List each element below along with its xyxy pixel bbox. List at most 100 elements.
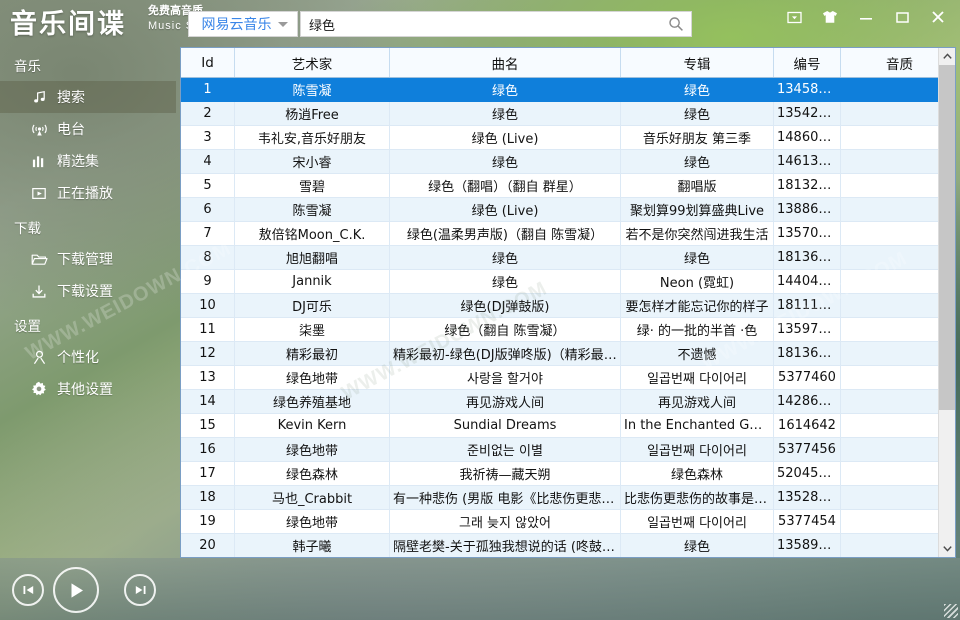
cell-artist: 敖倍铭Moon_C.K. (234, 221, 390, 246)
resize-grip[interactable] (944, 604, 958, 618)
close-icon (932, 11, 944, 23)
table-row[interactable]: 10 DJ可乐 绿色(DJ弹鼓版) 要怎样才能忘记你的样子 181111... (181, 293, 955, 318)
vertical-scrollbar[interactable] (938, 48, 955, 557)
play-button[interactable] (53, 567, 99, 613)
table-row[interactable]: 15 Kevin Kern Sundial Dreams In the Enchant… (181, 413, 955, 438)
sidebar-item-personalize[interactable]: 个性化 (0, 341, 176, 373)
cell-artist: 韦礼安,音乐好朋友 (234, 125, 390, 150)
skin-icon (823, 11, 837, 23)
cell-number: 1614642 (773, 413, 841, 438)
cell-id: 19 (181, 509, 235, 534)
cell-artist: 马也_Crabbit (234, 485, 390, 510)
column-header-id[interactable]: Id (181, 48, 235, 78)
cell-song: 有一种悲伤 (男版 电影《比悲伤更悲伤... (389, 485, 621, 510)
table-row[interactable]: 19 绿色地带 그래 늦지 않았어 일곱번째 다이어리 5377454 (181, 509, 955, 534)
cell-number: 144042... (773, 269, 841, 294)
table-row[interactable]: 17 绿色森林 我祈祷—藏天朔 绿色森林 520459... (181, 461, 955, 486)
scroll-up-button[interactable] (939, 48, 955, 65)
sidebar-item-now-playing[interactable]: 正在播放 (0, 177, 176, 209)
skin-button[interactable] (812, 2, 848, 32)
table-row[interactable]: 12 精彩最初 精彩最初-绿色(DJ版弹咚版)（精彩最初... 不遗憾 181368..… (181, 341, 955, 366)
bars-icon (28, 152, 50, 170)
maximize-button[interactable] (884, 2, 920, 32)
cell-artist: 雪碧 (234, 173, 390, 198)
previous-button[interactable] (12, 574, 44, 606)
cell-number: 142869... (773, 389, 841, 414)
column-header-artist[interactable]: 艺术家 (234, 48, 390, 78)
title-bar: 音乐间谍 免费高音质 Music Spy 网易云音乐 (0, 0, 960, 47)
cell-artist: 陈雪凝 (234, 197, 390, 222)
table-row[interactable]: 16 绿色地带 준비없는 이별 일곱번째 다이어리 5377456 (181, 437, 955, 462)
cell-song: 绿色 (Live) (389, 197, 621, 222)
cell-album: 音乐好朋友 第三季 (620, 125, 774, 150)
sidebar-item-download-settings[interactable]: 下载设置 (0, 275, 176, 307)
table-row[interactable]: 9 Jannik 绿色 Neon (霓虹) 144042... (181, 269, 955, 294)
cell-album: 要怎样才能忘记你的样子 (620, 293, 774, 318)
cell-id: 9 (181, 269, 235, 294)
cell-artist: 韩子曦 (234, 533, 390, 557)
sidebar-item-radio[interactable]: 电台 (0, 113, 176, 145)
table-row[interactable]: 8 旭旭翻唱 绿色 绿色 181361... (181, 245, 955, 270)
sidebar-item-collection[interactable]: 精选集 (0, 145, 176, 177)
scrollbar-thumb[interactable] (939, 65, 955, 410)
table-row[interactable]: 20 韩子曦 隔壁老樊-关于孤独我想说的话 (咚鼓版... 绿色 135894... (181, 533, 955, 557)
minimize-to-tray-button[interactable] (776, 2, 812, 32)
column-header-song[interactable]: 曲名 (389, 48, 621, 78)
table-row[interactable]: 11 柒墨 绿色（翻自 陈雪凝） 绿· 的一批的半首 ·色 135976... (181, 317, 955, 342)
table-row[interactable]: 13 绿色地带 사랑을 할거야 일곱번째 다이어리 5377460 (181, 365, 955, 390)
cell-song: 그래 늦지 않았어 (389, 509, 621, 534)
minimize-to-tray-icon (786, 11, 802, 23)
music-source-label: 网易云音乐 (201, 17, 272, 33)
search-input[interactable] (301, 13, 661, 35)
table-row[interactable]: 4 宋小睿 绿色 绿色 146138... (181, 149, 955, 174)
scrollbar-track[interactable] (939, 65, 955, 540)
minimize-icon (860, 18, 872, 20)
column-header-number[interactable]: 编号 (773, 48, 841, 78)
sidebar-item-download-manager[interactable]: 下载管理 (0, 243, 176, 275)
cell-id: 13 (181, 365, 235, 390)
cell-album: 比悲伤更悲伤的故事是绿... (620, 485, 774, 510)
table-row[interactable]: 1 陈雪凝 绿色 绿色 134584... (181, 77, 955, 102)
cell-id: 3 (181, 125, 235, 150)
cell-number: 520459... (773, 461, 841, 486)
cell-album: 聚划算99划算盛典Live (620, 197, 774, 222)
cell-song: 绿色 (389, 149, 621, 174)
sidebar-group-title-settings: 设置 (14, 319, 41, 335)
cell-id: 17 (181, 461, 235, 486)
sidebar-item-other-settings[interactable]: 其他设置 (0, 373, 176, 405)
cell-id: 16 (181, 437, 235, 462)
close-button[interactable] (920, 2, 956, 32)
cell-album: 일곱번째 다이어리 (620, 437, 774, 462)
cell-id: 6 (181, 197, 235, 222)
table-row[interactable]: 14 绿色养殖基地 再见游戏人间 再见游戏人间 142869... (181, 389, 955, 414)
cell-album: 绿色 (620, 245, 774, 270)
cell-id: 5 (181, 173, 235, 198)
cell-song: 隔壁老樊-关于孤独我想说的话 (咚鼓版... (389, 533, 621, 557)
cell-album: 绿色 (620, 101, 774, 126)
scroll-down-button[interactable] (939, 540, 955, 557)
cell-song: 再见游戏人间 (389, 389, 621, 414)
cell-song: 精彩最初-绿色(DJ版弹咚版)（精彩最初... (389, 341, 621, 366)
table-row[interactable]: 7 敖倍铭Moon_C.K. 绿色(温柔男声版)（翻自 陈雪凝） 若不是你突然闯进我生… (181, 221, 955, 246)
music-source-select[interactable]: 网易云音乐 (188, 11, 298, 37)
cell-number: 181361... (773, 245, 841, 270)
minimize-button[interactable] (848, 2, 884, 32)
table-row[interactable]: 6 陈雪凝 绿色 (Live) 聚划算99划算盛典Live 138860... (181, 197, 955, 222)
cell-album: 绿色 (620, 77, 774, 102)
cell-artist: 绿色地带 (234, 437, 390, 462)
table-row[interactable]: 18 马也_Crabbit 有一种悲伤 (男版 电影《比悲伤更悲伤... 比悲伤更悲伤… (181, 485, 955, 510)
column-header-album[interactable]: 专辑 (620, 48, 774, 78)
cell-number: 135894... (773, 533, 841, 557)
next-button[interactable] (124, 574, 156, 606)
cell-id: 4 (181, 149, 235, 174)
search-button[interactable] (661, 12, 691, 36)
table-row[interactable]: 3 韦礼安,音乐好朋友 绿色 (Live) 音乐好朋友 第三季 148606... (181, 125, 955, 150)
cell-number: 146138... (773, 149, 841, 174)
table-row[interactable]: 5 雪碧 绿色（翻唱）（翻自 群星） 翻唱版 181327... (181, 173, 955, 198)
sidebar-item-label: 个性化 (57, 350, 99, 366)
previous-track-icon (23, 586, 33, 594)
sidebar-item-search[interactable]: 搜索 (0, 81, 176, 113)
table-row[interactable]: 2 杨逍Free 绿色 绿色 135426... (181, 101, 955, 126)
cell-album: 不遗憾 (620, 341, 774, 366)
cell-artist: DJ可乐 (234, 293, 390, 318)
